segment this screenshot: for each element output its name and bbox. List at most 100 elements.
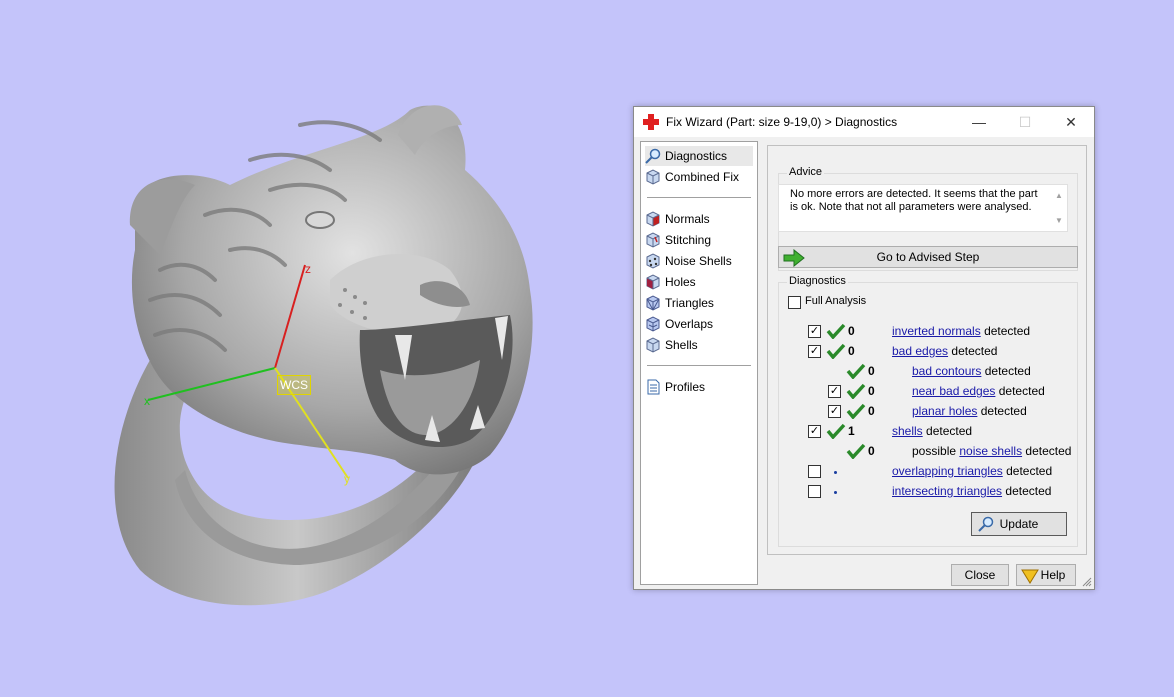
diagnostics-panel: Advice No more errors are detected. It s… — [767, 145, 1087, 555]
green-check-icon — [826, 423, 846, 439]
shells-text: shells detected — [892, 424, 973, 438]
bad-edges-checkbox[interactable]: ✓ — [808, 345, 821, 358]
nav-label: Diagnostics — [665, 149, 728, 163]
y-axis-label: y — [344, 472, 350, 486]
noise-shells-icon — [646, 253, 660, 269]
overlapping-triangles-link[interactable]: overlapping triangles — [892, 464, 1003, 478]
overlapping-triangles-text: overlapping triangles detected — [892, 464, 1053, 478]
nav-label: Overlaps — [665, 317, 714, 331]
close-window-button[interactable]: ✕ — [1048, 107, 1094, 137]
scroll-down-icon[interactable]: ▼ — [1055, 214, 1063, 227]
shells-cube-icon — [646, 337, 660, 353]
nav-label: Normals — [665, 212, 710, 226]
bad-edges-text: bad edges detected — [892, 344, 998, 358]
nav-label: Shells — [665, 338, 698, 352]
stitching-cube-icon — [646, 232, 660, 248]
update-label: Update — [999, 517, 1039, 531]
nav-separator — [647, 365, 751, 366]
bad-contours-text: bad contours detected — [912, 364, 1031, 378]
green-check-icon — [826, 343, 846, 359]
nav-item-holes[interactable]: Holes — [645, 272, 696, 292]
near-bad-edges-text: near bad edges detected — [912, 384, 1045, 398]
noise-shells-link[interactable]: noise shells — [959, 444, 1022, 458]
nav-label: Triangles — [665, 296, 714, 310]
nav-label: Stitching — [665, 233, 712, 247]
resize-grip-icon[interactable] — [1082, 577, 1092, 587]
overlapping-triangles-checkbox[interactable] — [808, 465, 821, 478]
wcs-label: WCS — [277, 375, 311, 395]
status-dot-icon — [834, 491, 837, 494]
nav-item-stitching[interactable]: Stitching — [645, 230, 711, 250]
inverted-normals-link[interactable]: inverted normals — [892, 324, 981, 338]
nav-item-triangles[interactable]: Triangles — [645, 293, 714, 313]
close-button[interactable]: Close — [951, 564, 1009, 586]
title-bar[interactable]: Fix Wizard (Part: size 9-19,0) > Diagnos… — [634, 107, 1094, 137]
shells-count: 1 — [848, 424, 855, 438]
nav-item-overlaps[interactable]: Overlaps — [645, 314, 713, 334]
wizard-nav-list: Diagnostics Combined Fix Normals Stitchi… — [640, 141, 758, 585]
update-button[interactable]: Update — [971, 512, 1067, 536]
bad-edges-link[interactable]: bad edges — [892, 344, 948, 358]
full-analysis-label: Full Analysis — [805, 295, 867, 307]
planar-holes-link[interactable]: planar holes — [912, 404, 977, 418]
green-check-icon — [846, 403, 866, 419]
go-to-advised-step-label: Go to Advised Step — [876, 250, 980, 264]
planar-holes-count: 0 — [868, 404, 875, 418]
cube-icon — [646, 169, 660, 185]
inverted-normals-text: inverted normals detected — [892, 324, 1031, 338]
help-triangle-icon — [1021, 569, 1039, 584]
nav-item-shells[interactable]: Shells — [645, 335, 698, 355]
nav-item-normals[interactable]: Normals — [645, 209, 710, 229]
nav-item-noise-shells[interactable]: Noise Shells — [645, 251, 732, 271]
z-axis-label: z — [305, 262, 311, 276]
inverted-normals-count: 0 — [848, 324, 855, 338]
document-icon — [647, 379, 660, 395]
advice-scrollbar[interactable]: ▲ ▼ — [1051, 185, 1067, 231]
triangles-cube-icon — [646, 295, 660, 311]
diagnostics-group-label: Diagnostics — [787, 275, 848, 287]
advice-text: No more errors are detected. It seems th… — [790, 188, 1038, 213]
bad-edges-count: 0 — [848, 344, 855, 358]
status-dot-icon — [834, 471, 837, 474]
normals-cube-icon — [646, 211, 660, 227]
green-check-icon — [826, 323, 846, 339]
nav-label: Noise Shells — [665, 254, 732, 268]
magnifier-icon — [645, 148, 661, 164]
intersecting-triangles-text: intersecting triangles detected — [892, 484, 1052, 498]
magnifier-icon — [978, 516, 994, 532]
near-bad-edges-checkbox[interactable]: ✓ — [828, 385, 841, 398]
help-label: Help — [1040, 568, 1066, 582]
close-label: Close — [964, 568, 996, 582]
scroll-up-icon[interactable]: ▲ — [1055, 189, 1063, 202]
fix-wizard-window: Fix Wizard (Part: size 9-19,0) > Diagnos… — [633, 106, 1095, 590]
full-analysis-checkbox[interactable] — [788, 296, 801, 309]
intersecting-triangles-checkbox[interactable] — [808, 485, 821, 498]
green-arrow-icon — [783, 249, 805, 267]
green-check-icon — [846, 363, 866, 379]
bad-contours-link[interactable]: bad contours — [912, 364, 981, 378]
nav-item-diagnostics[interactable]: Diagnostics — [645, 146, 753, 166]
shells-checkbox[interactable]: ✓ — [808, 425, 821, 438]
intersecting-triangles-link[interactable]: intersecting triangles — [892, 484, 1002, 498]
green-check-icon — [846, 383, 866, 399]
noise-shells-count: 0 — [868, 444, 875, 458]
nav-item-combined-fix[interactable]: Combined Fix — [645, 167, 739, 187]
window-title: Fix Wizard (Part: size 9-19,0) > Diagnos… — [666, 115, 898, 129]
maximize-button[interactable]: ☐ — [1002, 107, 1048, 137]
nav-item-profiles[interactable]: Profiles — [645, 377, 705, 397]
planar-holes-text: planar holes detected — [912, 404, 1027, 418]
go-to-advised-step-button[interactable]: Go to Advised Step — [778, 246, 1078, 268]
advice-text-box[interactable]: No more errors are detected. It seems th… — [778, 184, 1068, 232]
planar-holes-checkbox[interactable]: ✓ — [828, 405, 841, 418]
nav-label: Combined Fix — [665, 170, 740, 184]
x-axis-label: x — [144, 394, 150, 408]
red-cross-icon — [643, 114, 659, 130]
minimize-button[interactable]: — — [956, 107, 1002, 137]
shells-link[interactable]: shells — [892, 424, 923, 438]
inverted-normals-checkbox[interactable]: ✓ — [808, 325, 821, 338]
near-bad-edges-link[interactable]: near bad edges — [912, 384, 995, 398]
near-bad-edges-count: 0 — [868, 384, 875, 398]
nav-label: Profiles — [665, 380, 706, 394]
help-button[interactable]: Help — [1016, 564, 1076, 586]
3d-viewport[interactable]: z x y WCS — [0, 0, 620, 697]
